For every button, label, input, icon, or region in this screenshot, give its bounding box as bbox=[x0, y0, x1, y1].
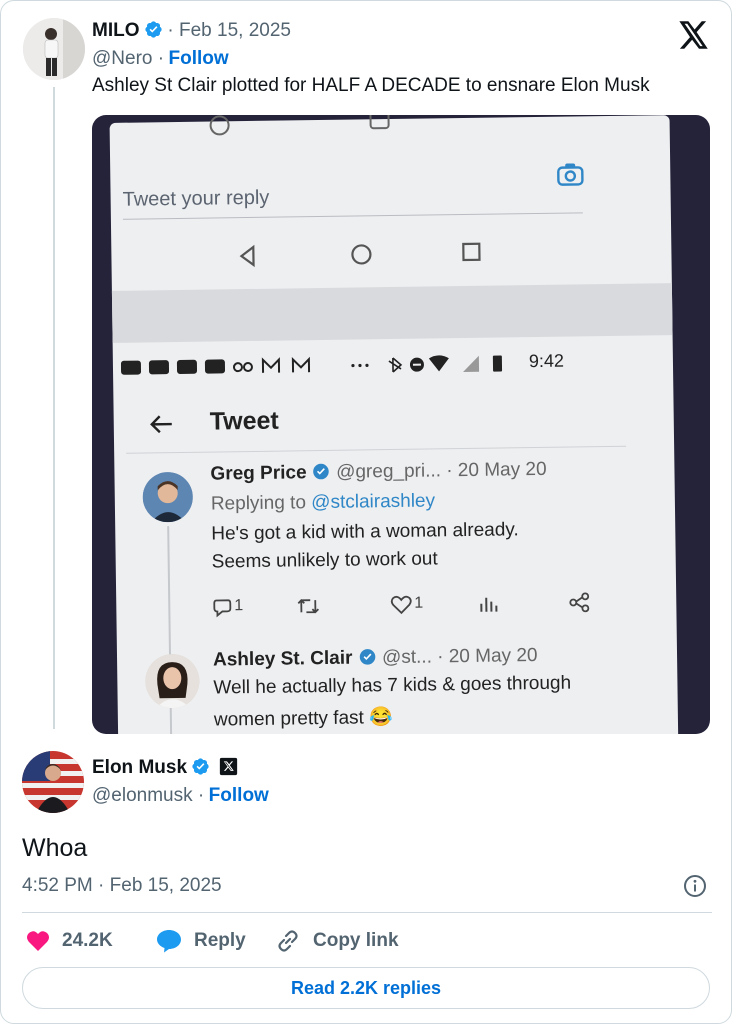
ashley-tweet-line-1: Well he actually has 7 kids & goes throu… bbox=[213, 672, 572, 699]
reply-action[interactable]: Reply bbox=[156, 927, 246, 955]
phone-reply-icon bbox=[209, 115, 230, 136]
read-replies-label: Read 2.2K replies bbox=[290, 977, 442, 998]
signal-battery-icons bbox=[463, 355, 503, 373]
phone-status-time: 9:42 bbox=[528, 350, 565, 372]
greg-like-count: 1 bbox=[414, 594, 424, 612]
tweet-photo[interactable]: Tweet your reply 9:42 Tweet Greg Price @… bbox=[92, 115, 710, 734]
ashley-handle: @st... bbox=[381, 646, 433, 669]
link-icon bbox=[278, 930, 298, 952]
elon-handle[interactable]: @elonmusk · bbox=[92, 785, 204, 806]
ashley-name: Ashley St. Clair bbox=[212, 647, 353, 671]
greg-tweet-line-1: He's got a kid with a woman already. bbox=[211, 519, 519, 545]
elon-author-name[interactable]: Elon Musk bbox=[92, 757, 187, 778]
quoted-handle-row: @Nero · Follow bbox=[92, 47, 229, 72]
verified-badge-icon bbox=[145, 21, 162, 38]
phone-heart-icon bbox=[390, 595, 412, 615]
status-notification-icons bbox=[120, 355, 449, 375]
quoted-tweet-header: MILO · Feb 15, 2025 bbox=[92, 19, 291, 44]
replying-to-handle: @stclairashley bbox=[311, 490, 436, 514]
greg-price-avatar-image bbox=[142, 471, 194, 523]
phone-reply-count-icon bbox=[213, 599, 232, 618]
verified-badge-icon bbox=[192, 758, 210, 775]
elon-avatar-image bbox=[22, 751, 84, 813]
ashley-verified-badge-icon bbox=[359, 649, 375, 665]
quoted-tweet-text: Ashley St Clair plotted for HALF A DECAD… bbox=[92, 75, 650, 96]
info-icon[interactable] bbox=[683, 874, 707, 898]
main-tweet-text: Whoa bbox=[22, 834, 88, 862]
reply-label: Reply bbox=[194, 930, 246, 951]
ashley-header-row: Ashley St. Clair @st... · 20 May 20 bbox=[213, 645, 538, 672]
elon-follow-link[interactable]: Follow bbox=[209, 785, 269, 806]
ashley-date: · 20 May 20 bbox=[437, 645, 538, 668]
greg-header-row: Greg Price @greg_pri... · 20 May 20 bbox=[210, 459, 546, 486]
greg-date: · 20 May 20 bbox=[446, 458, 547, 482]
tweet-embed-card: MILO · Feb 15, 2025 @Nero · Follow Ashle… bbox=[0, 0, 732, 1024]
read-replies-button[interactable]: Read 2.2K replies bbox=[22, 967, 710, 1009]
actions-divider bbox=[22, 912, 712, 913]
android-nav-bar bbox=[239, 242, 481, 268]
x-affiliate-badge-icon bbox=[219, 757, 238, 776]
copy-link-label: Copy link bbox=[313, 930, 399, 951]
greg-replying-to: Replying to @stclairashley bbox=[211, 490, 435, 515]
phone-views-icon bbox=[480, 597, 498, 612]
screen-gap bbox=[111, 283, 673, 343]
greg-reply-count: 1 bbox=[234, 597, 244, 615]
ashley-avatar bbox=[144, 653, 200, 709]
greg-price-avatar bbox=[142, 471, 194, 523]
greg-handle: @greg_pri... bbox=[335, 460, 442, 483]
ashley-tweet-line-2: women pretty fast 😂 bbox=[213, 707, 393, 731]
copy-link-action[interactable]: Copy link bbox=[275, 927, 399, 955]
greg-name: Greg Price bbox=[210, 462, 307, 485]
x-logo-icon[interactable] bbox=[679, 21, 709, 49]
reply-bubble-icon bbox=[157, 930, 181, 953]
phone-header-divider bbox=[126, 445, 627, 454]
greg-tweet-line-2: Seems unlikely to work out bbox=[211, 548, 438, 573]
phone-like-icon bbox=[369, 115, 390, 130]
phone-share-icon bbox=[569, 592, 590, 613]
quoted-follow-link[interactable]: Follow bbox=[169, 48, 229, 69]
phone-header-title: Tweet bbox=[209, 406, 279, 436]
greg-action-row: 1 1 bbox=[212, 590, 612, 620]
quoted-author-name[interactable]: MILO bbox=[92, 20, 140, 41]
milo-avatar-image bbox=[23, 18, 85, 80]
greg-verified-badge-icon bbox=[313, 463, 330, 480]
phone-reply-placeholder: Tweet your reply bbox=[122, 186, 270, 211]
elon-avatar[interactable] bbox=[22, 751, 84, 813]
ashley-avatar-image bbox=[144, 653, 200, 709]
phone-reply-underline bbox=[122, 212, 583, 220]
camera-icon bbox=[557, 163, 584, 186]
quoted-handle[interactable]: @Nero · bbox=[92, 48, 164, 69]
back-arrow-icon bbox=[150, 415, 172, 434]
like-count: 24.2K bbox=[62, 930, 113, 951]
phone-screen-image: Tweet your reply 9:42 Tweet Greg Price @… bbox=[109, 115, 679, 734]
elon-header-row: Elon Musk bbox=[92, 756, 238, 781]
replying-to-prefix: Replying to bbox=[210, 492, 307, 515]
heart-icon bbox=[27, 931, 49, 951]
like-action[interactable]: 24.2K bbox=[26, 927, 113, 955]
elon-handle-row: @elonmusk · Follow bbox=[92, 784, 269, 809]
milo-avatar[interactable] bbox=[23, 18, 85, 80]
phone-retweet-icon bbox=[297, 599, 320, 614]
main-tweet-timestamp[interactable]: 4:52 PM · Feb 15, 2025 bbox=[22, 874, 222, 898]
quoted-tweet-date: · Feb 15, 2025 bbox=[167, 20, 291, 41]
phone-status-bar: 9:42 bbox=[120, 349, 661, 379]
thread-connector-line bbox=[53, 87, 55, 729]
